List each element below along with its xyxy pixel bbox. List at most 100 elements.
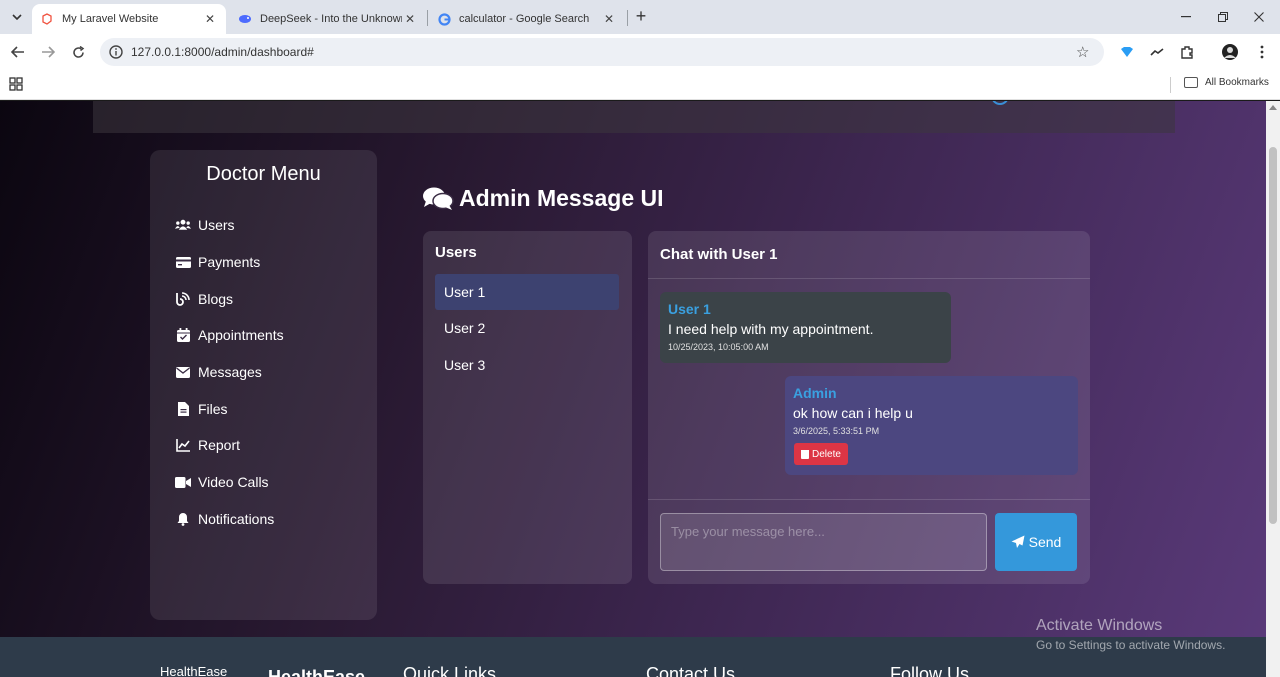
tab-deepseek[interactable]: DeepSeek - Into the Unknown ✕ (230, 4, 426, 34)
close-tab-icon[interactable]: ✕ (202, 11, 218, 27)
message-text: ok how can i help u (793, 405, 913, 421)
all-bookmarks-button[interactable]: All Bookmarks (1184, 77, 1269, 88)
user-list-item[interactable]: User 1 (435, 274, 619, 310)
send-button[interactable]: Send (995, 513, 1077, 571)
watermark-line-1: Activate Windows (1036, 617, 1163, 634)
sidebar-item-users[interactable]: Users (175, 215, 235, 235)
reload-button[interactable] (68, 42, 88, 62)
sidebar-item-blogs[interactable]: Blogs (175, 289, 233, 309)
browser-toolbar: 127.0.0.1:8000/admin/dashboard# ☆ (0, 34, 1280, 70)
page-viewport: Doctor Menu Users Payments Blogs Appoint… (0, 101, 1266, 677)
arrow-left-icon (11, 46, 24, 58)
scrollbar-thumb[interactable] (1269, 147, 1277, 524)
sidebar-item-video-calls[interactable]: Video Calls (175, 472, 269, 492)
message-input[interactable] (660, 513, 987, 571)
message-sender: User 1 (668, 301, 711, 317)
user-list-item[interactable]: User 3 (435, 347, 619, 383)
tab-my-laravel-website[interactable]: My Laravel Website ✕ (32, 4, 226, 34)
profile-icon[interactable] (991, 101, 1009, 105)
bell-icon (175, 511, 191, 527)
arrow-right-icon (42, 46, 55, 58)
sidebar-item-report[interactable]: Report (175, 435, 240, 455)
bookmark-star-icon[interactable]: ☆ (1076, 43, 1094, 61)
sidebar-item-notifications[interactable]: Notifications (175, 509, 274, 529)
sidebar-item-appointments[interactable]: Appointments (175, 325, 284, 345)
doctor-menu-sidebar: Doctor Menu Users Payments Blogs Appoint… (150, 150, 377, 620)
user-list-item[interactable]: User 2 (435, 310, 619, 346)
sidebar-item-label: Video Calls (198, 474, 269, 490)
chart-line-icon (175, 437, 191, 453)
minimize-icon (1181, 16, 1191, 18)
credit-card-icon (175, 254, 191, 270)
new-tab-button[interactable]: + (632, 7, 650, 26)
tab-search-button[interactable] (6, 6, 28, 28)
delete-message-button[interactable]: Delete (794, 443, 848, 465)
chat-panel: Chat with User 1 User 1 I need help with… (648, 231, 1090, 584)
message-sender: Admin (793, 385, 837, 401)
message-timestamp: 10/25/2023, 10:05:00 AM (668, 342, 769, 352)
sidebar-item-messages[interactable]: Messages (175, 362, 262, 382)
users-panel: Users User 1 User 2 User 3 (423, 231, 632, 584)
kebab-menu-icon[interactable] (1253, 43, 1271, 61)
bookmarks-bar: All Bookmarks (0, 70, 1280, 100)
footer-quick-links-heading: Quick Links (403, 664, 497, 677)
deepseek-icon (238, 12, 252, 26)
folder-icon (1184, 77, 1198, 88)
browser-tab-bar: My Laravel Website ✕ DeepSeek - Into the… (0, 0, 1280, 34)
scroll-up-arrow-icon[interactable] (1269, 105, 1277, 110)
restore-button[interactable] (1213, 8, 1233, 26)
blog-icon (175, 291, 191, 307)
sidebar-item-files[interactable]: Files (175, 399, 228, 419)
users-panel-heading: Users (435, 244, 477, 261)
sidebar-item-label: Appointments (198, 327, 284, 343)
footer-brand: HealthEase (268, 667, 366, 677)
page-scrollbar[interactable] (1266, 101, 1280, 677)
footer-logo: HealthEase (160, 664, 228, 677)
profile-avatar[interactable] (1221, 43, 1239, 61)
sidebar-item-label: Notifications (198, 511, 275, 527)
sidebar-item-label: Files (198, 401, 228, 417)
comments-icon (423, 187, 454, 210)
tab-title: DeepSeek - Into the Unknown (260, 13, 402, 25)
footer-contact-heading: Contact Us (646, 664, 736, 677)
calendar-icon (175, 327, 191, 343)
sidebar-item-payments[interactable]: Payments (175, 252, 260, 272)
tab-separator (427, 10, 428, 26)
delete-label: Delete (812, 448, 841, 460)
apps-grid-icon[interactable] (9, 77, 23, 91)
close-tab-icon[interactable]: ✕ (402, 11, 418, 27)
reload-icon (72, 45, 84, 58)
sidebar-item-label: Messages (198, 364, 262, 380)
address-bar[interactable]: 127.0.0.1:8000/admin/dashboard# ☆ (100, 38, 1104, 66)
tab-google-search[interactable]: calculator - Google Search ✕ (429, 4, 625, 34)
video-icon (175, 474, 191, 490)
message-bubble-admin: Admin ok how can i help u 3/6/2025, 5:33… (785, 376, 1078, 475)
envelope-icon (175, 364, 191, 380)
minimize-button[interactable] (1176, 8, 1196, 26)
site-info-icon[interactable] (108, 44, 124, 60)
forward-button[interactable] (38, 42, 58, 62)
extensions-puzzle-icon[interactable] (1178, 43, 1196, 61)
send-label: Send (1028, 534, 1062, 550)
chevron-down-icon (12, 14, 22, 20)
close-window-button[interactable] (1249, 8, 1269, 26)
back-button[interactable] (8, 42, 28, 62)
sidebar-item-label: Payments (198, 254, 261, 270)
watermark-line-2: Go to Settings to activate Windows. (1036, 638, 1226, 652)
chat-divider (648, 278, 1090, 279)
sidebar-item-label: Users (198, 217, 235, 233)
google-icon (437, 12, 451, 26)
laravel-icon (40, 12, 54, 26)
tab-title: My Laravel Website (62, 13, 159, 25)
url-text: 127.0.0.1:8000/admin/dashboard# (131, 45, 314, 59)
message-text: I need help with my appointment. (668, 321, 874, 337)
extension-vpn-icon[interactable] (1118, 43, 1136, 61)
file-icon (175, 401, 191, 417)
sidebar-item-label: Blogs (198, 291, 234, 307)
message-timestamp: 3/6/2025, 5:33:51 PM (793, 426, 880, 436)
chat-heading: Chat with User 1 (660, 246, 778, 263)
close-tab-icon[interactable]: ✕ (601, 11, 617, 27)
page-title-text: Admin Message UI (459, 185, 664, 211)
extension-analytics-icon[interactable] (1148, 43, 1166, 61)
all-bookmarks-label: All Bookmarks (1205, 77, 1269, 88)
